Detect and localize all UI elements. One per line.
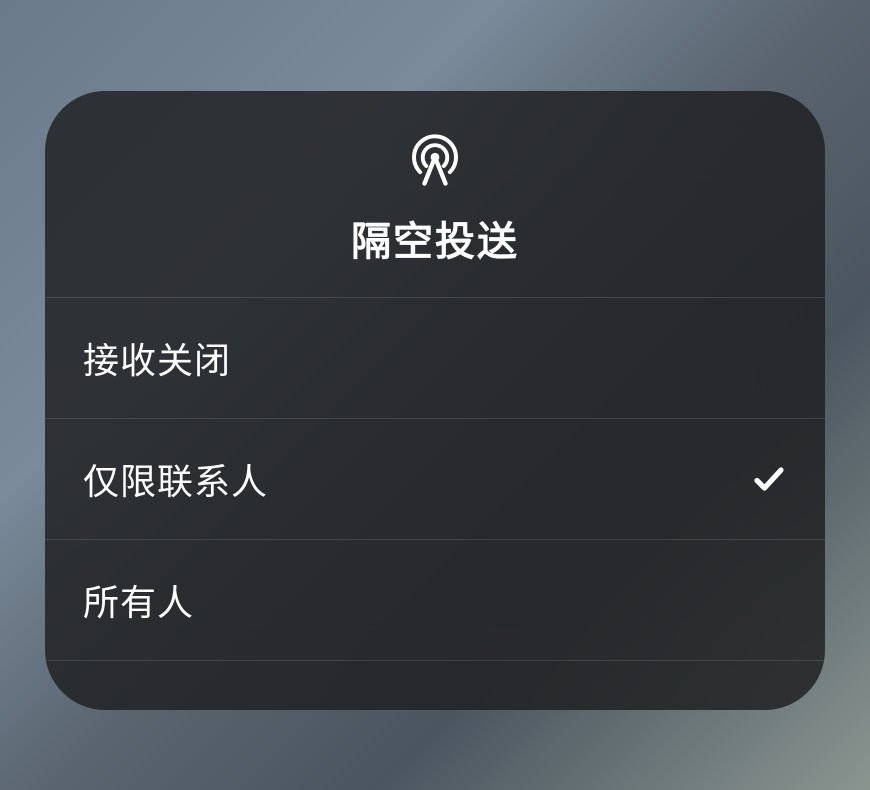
airdrop-settings-panel: 隔空投送 接收关闭 仅限联系人 所有人 bbox=[45, 91, 825, 710]
airdrop-icon bbox=[407, 131, 463, 187]
option-receiving-off[interactable]: 接收关闭 bbox=[45, 297, 825, 418]
bottom-divider bbox=[45, 660, 825, 710]
option-everyone[interactable]: 所有人 bbox=[45, 539, 825, 660]
panel-title: 隔空投送 bbox=[351, 209, 519, 267]
option-contacts-only[interactable]: 仅限联系人 bbox=[45, 418, 825, 539]
option-label: 接收关闭 bbox=[83, 332, 231, 384]
check-icon bbox=[751, 461, 787, 497]
options-list: 接收关闭 仅限联系人 所有人 bbox=[45, 297, 825, 710]
option-label: 所有人 bbox=[83, 574, 194, 626]
panel-header: 隔空投送 bbox=[45, 91, 825, 297]
option-label: 仅限联系人 bbox=[83, 453, 268, 505]
